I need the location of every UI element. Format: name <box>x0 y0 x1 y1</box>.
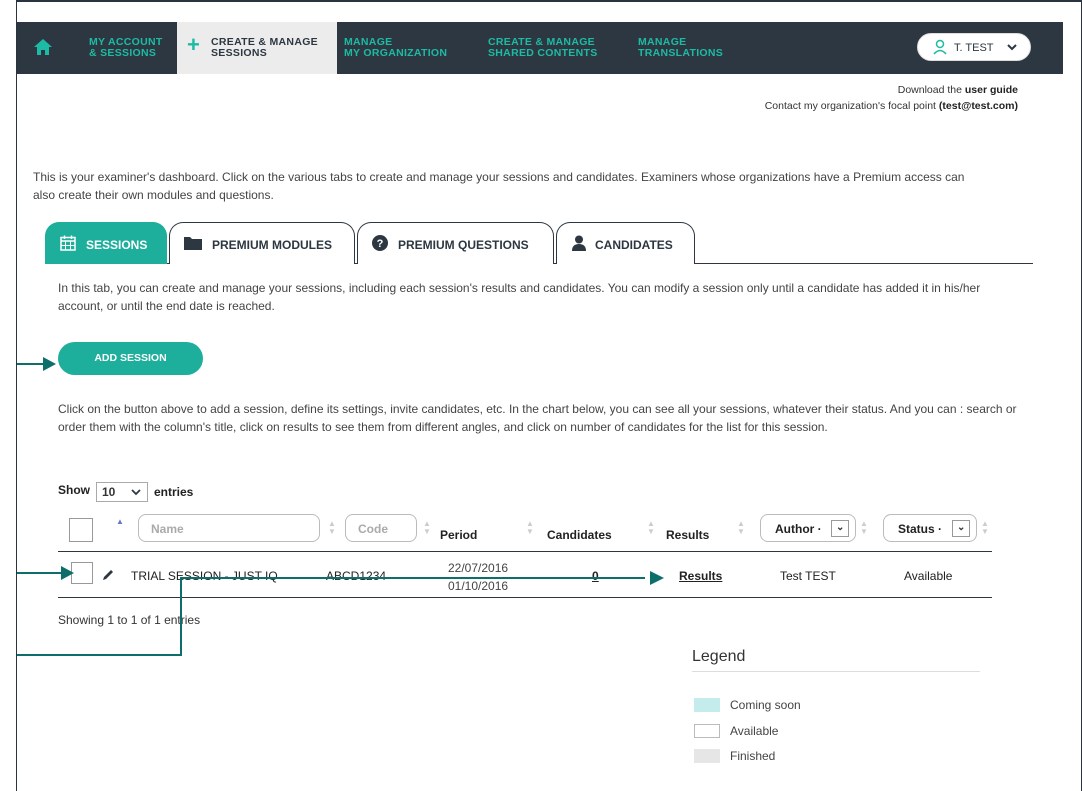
arrow-head <box>61 566 74 580</box>
arrow-head <box>650 571 664 585</box>
arrow-head <box>43 357 56 371</box>
annotation-arrows <box>17 357 664 656</box>
